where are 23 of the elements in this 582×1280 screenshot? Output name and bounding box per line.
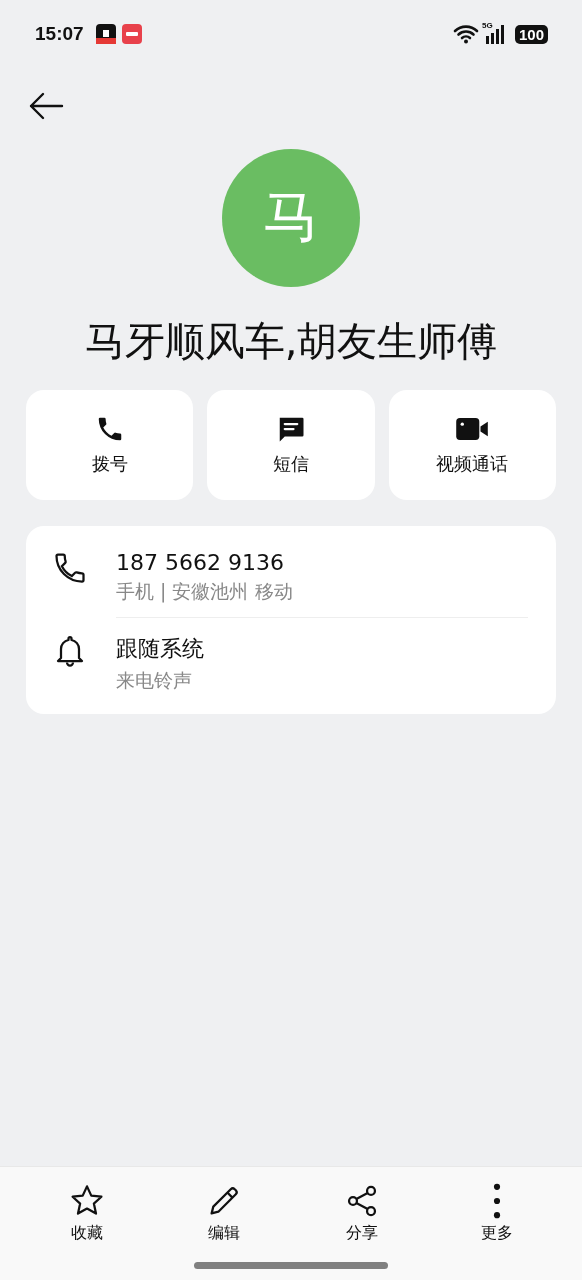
clock-time: 15:07 bbox=[35, 23, 84, 45]
action-button[interactable]: 视频通话 bbox=[388, 390, 556, 500]
app-notification-icon bbox=[95, 24, 116, 44]
app-notification-icon bbox=[121, 24, 142, 44]
detail-title: 跟随系统 bbox=[116, 635, 204, 663]
contact-name: 马牙顺风车,胡友生师傅 bbox=[83, 317, 499, 366]
more-icon bbox=[493, 1183, 502, 1219]
wifi-icon bbox=[452, 24, 479, 44]
signal-icon bbox=[484, 24, 505, 44]
phone-icon bbox=[52, 550, 88, 586]
toolbar-button[interactable]: 编辑 bbox=[196, 1179, 253, 1248]
network-label: 5G bbox=[481, 21, 493, 30]
battery-level: 100 bbox=[514, 24, 548, 44]
back-arrow-icon[interactable] bbox=[28, 92, 64, 120]
action-button[interactable]: 短信 bbox=[207, 390, 375, 500]
detail-subtitle: 手机 | 安徽池州 移动 bbox=[116, 579, 293, 605]
detail-subtitle: 来电铃声 bbox=[116, 668, 193, 693]
phone-number[interactable]: 187 5662 9136 bbox=[116, 550, 293, 575]
toolbar-button[interactable]: 收藏 bbox=[58, 1179, 115, 1248]
avatar: 马 bbox=[222, 149, 360, 287]
toolbar-button[interactable]: 分享 bbox=[333, 1179, 390, 1248]
action-button[interactable]: 拨号 bbox=[26, 390, 194, 500]
toolbar-button[interactable]: 更多 bbox=[471, 1179, 524, 1248]
